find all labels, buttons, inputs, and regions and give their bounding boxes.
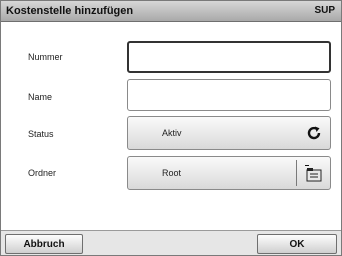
ordner-divider: [296, 160, 297, 186]
folder-picker-icon[interactable]: [304, 163, 322, 183]
name-label: Name: [28, 92, 53, 102]
nummer-label: Nummer: [28, 52, 63, 62]
dialog-title: Kostenstelle hinzufügen: [6, 5, 134, 17]
nummer-input[interactable]: [127, 41, 331, 73]
status-select[interactable]: Aktiv: [127, 116, 331, 150]
name-input[interactable]: [127, 79, 331, 111]
refresh-icon[interactable]: [306, 125, 322, 141]
title-bar: Kostenstelle hinzufügen SUP: [1, 1, 341, 22]
ok-button[interactable]: OK: [257, 234, 337, 254]
button-bar: Abbruch OK: [1, 230, 341, 255]
ordner-select[interactable]: Root: [127, 156, 331, 190]
ordner-label: Ordner: [28, 168, 57, 178]
cancel-button[interactable]: Abbruch: [5, 234, 83, 254]
ordner-value: Root: [162, 168, 182, 178]
dialog-window: Kostenstelle hinzufügen SUP Nummer Name …: [0, 0, 342, 256]
status-label: Status: [28, 129, 54, 139]
title-badge: SUP: [314, 5, 335, 16]
status-value: Aktiv: [162, 128, 182, 138]
